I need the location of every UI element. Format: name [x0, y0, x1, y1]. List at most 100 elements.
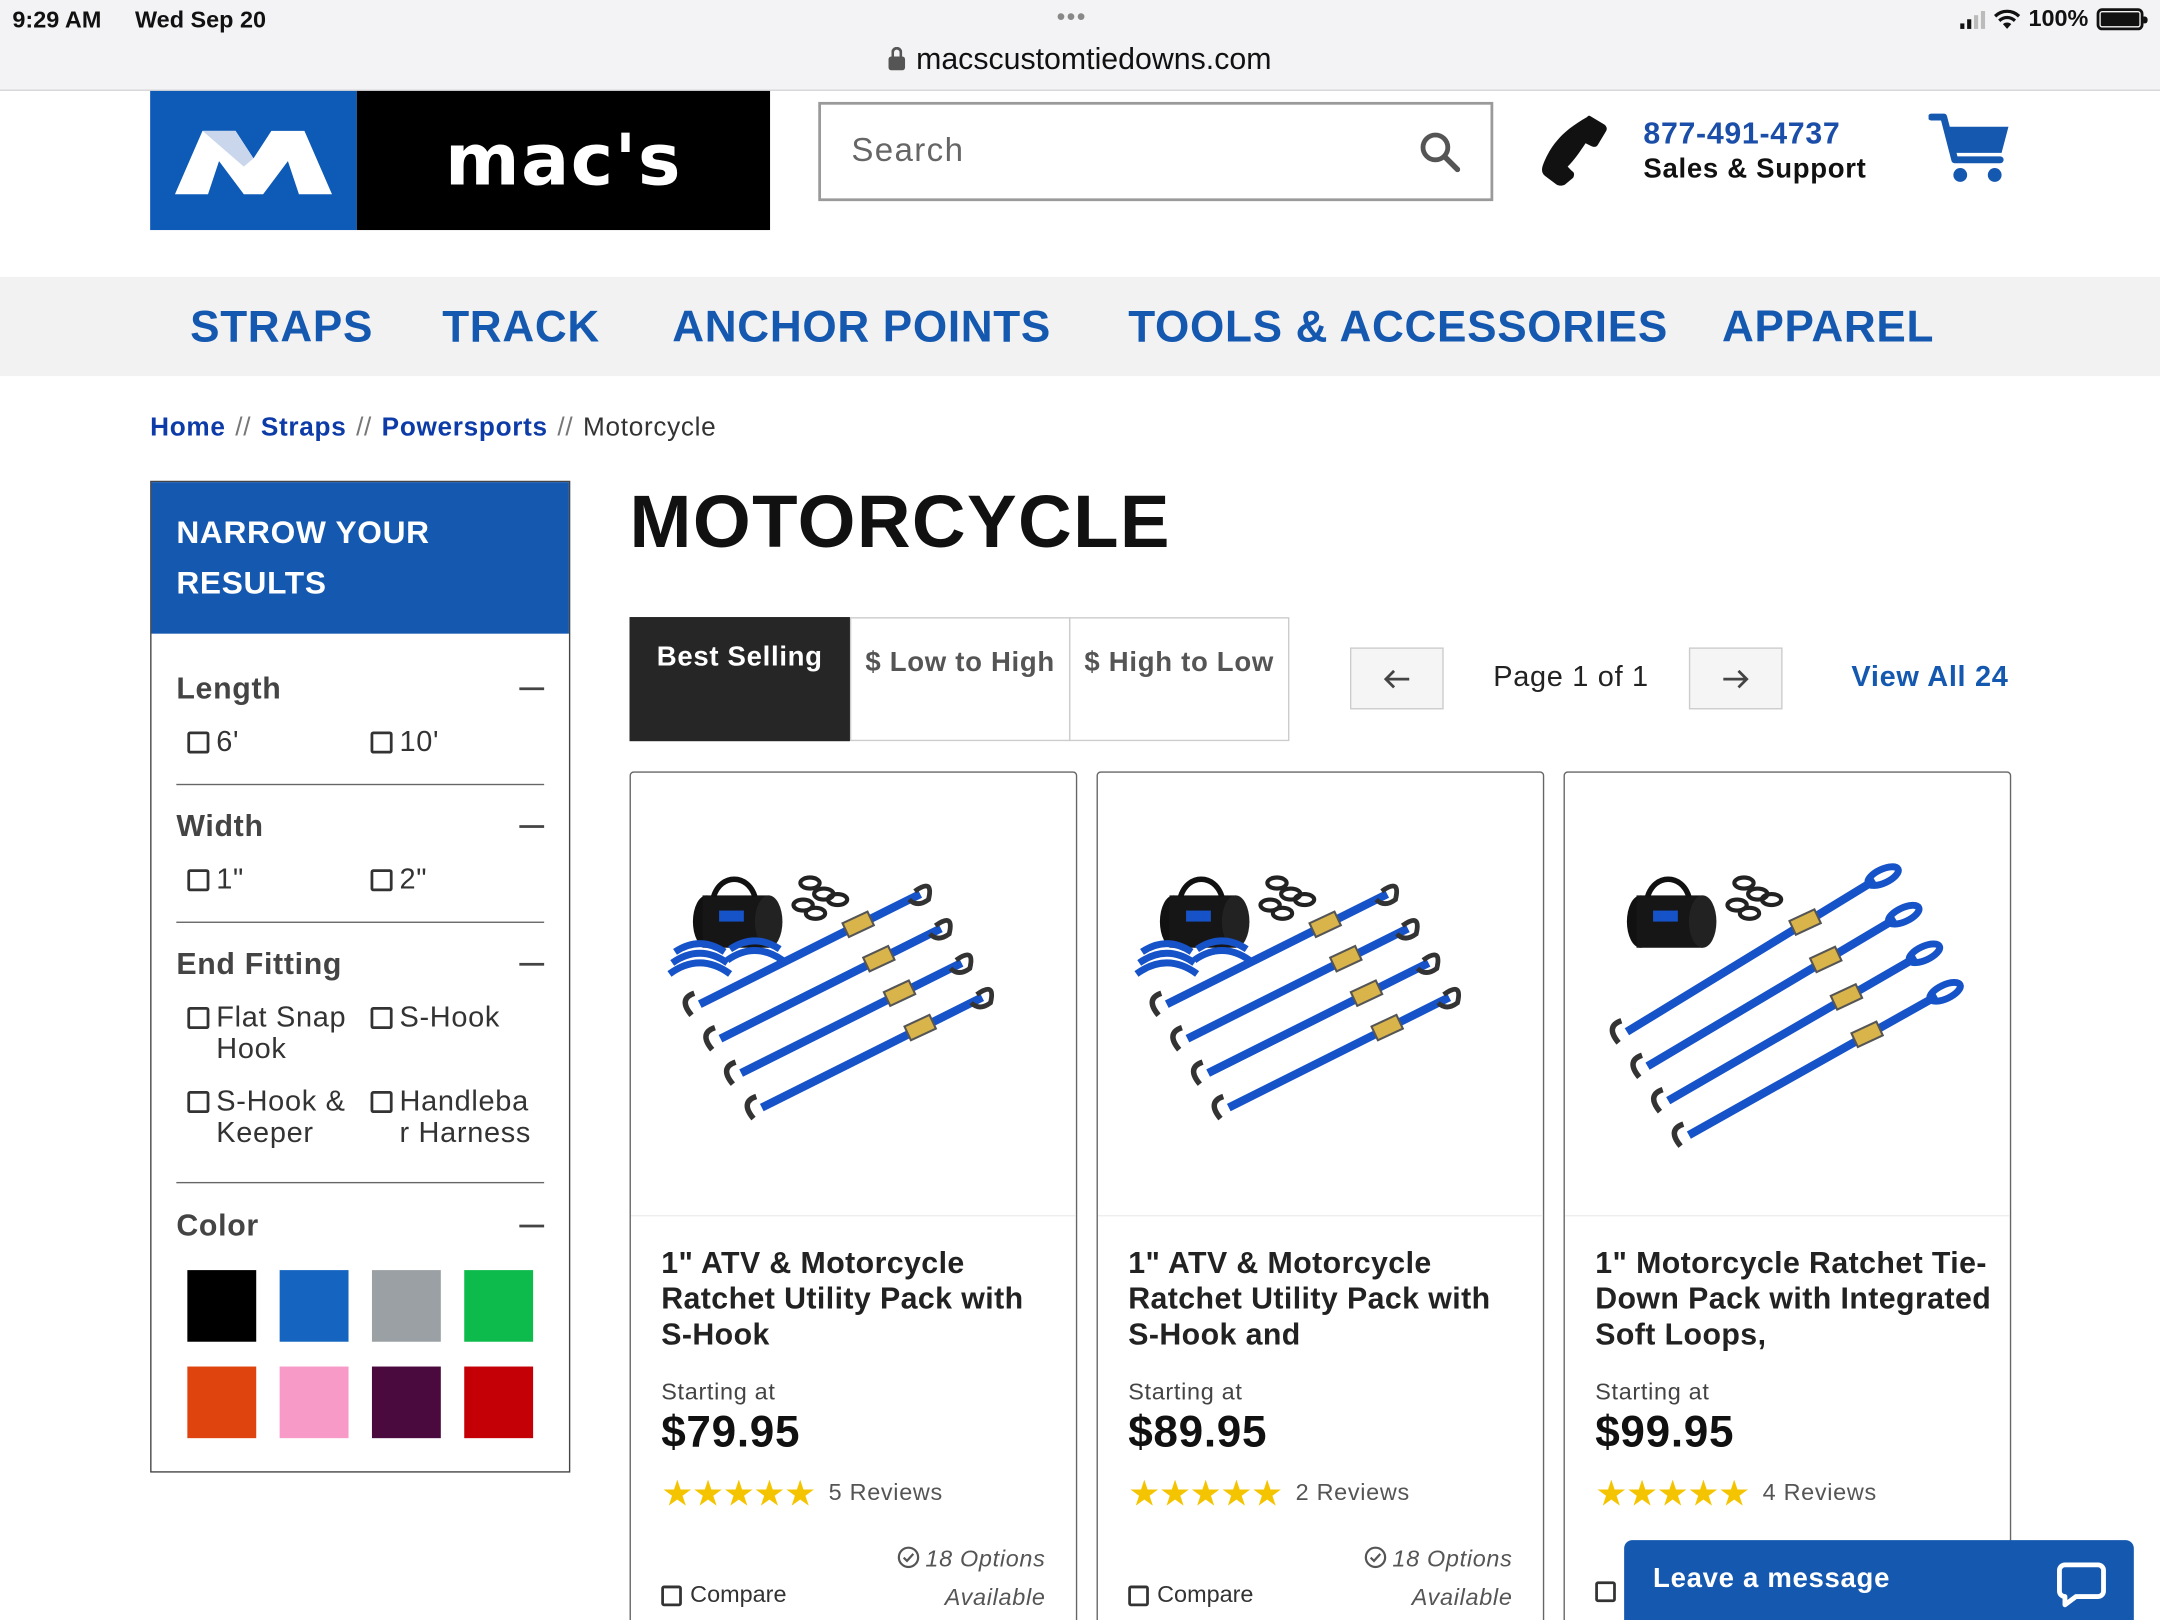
color-swatch[interactable] — [279, 1270, 349, 1342]
review-count[interactable]: 2 Reviews — [1296, 1479, 1410, 1507]
product-price: $89.95 — [1128, 1406, 1268, 1457]
option-label: 1" — [216, 863, 245, 896]
facet-width-header[interactable]: Width — [176, 808, 545, 845]
review-count[interactable]: 5 Reviews — [829, 1479, 943, 1507]
product-image-art — [667, 875, 995, 1121]
facet-end-fitting: End Fitting Flat Snap Hook S-Hook S-Hook… — [176, 946, 545, 1149]
facet-width-title: Width — [176, 808, 264, 844]
check-circle-icon — [897, 1546, 919, 1569]
star-icon: ★ — [722, 1472, 755, 1514]
sort-price-high-low[interactable]: $ High to Low — [1068, 617, 1290, 742]
url-bar[interactable]: macscustomtiedowns.com — [0, 41, 2160, 77]
review-count[interactable]: 4 Reviews — [1763, 1479, 1877, 1507]
product-image[interactable] — [630, 773, 1076, 1217]
nav-track[interactable]: TRACK — [442, 302, 600, 353]
prev-page-button[interactable] — [1349, 647, 1444, 710]
color-swatch[interactable] — [464, 1366, 534, 1439]
color-swatch[interactable] — [371, 1270, 441, 1342]
breadcrumb-straps[interactable]: Straps — [261, 413, 347, 442]
breadcrumb: Home // Straps // Powersports // Motorcycle — [150, 413, 716, 443]
product-title[interactable]: 1" Motorcycle Ratchet Tie-Down Pack with… — [1595, 1245, 1994, 1352]
product-title[interactable]: 1" ATV & Motorcycle Ratchet Utility Pack… — [661, 1245, 1060, 1352]
phone-number[interactable]: 877-491-4737 — [1643, 116, 1840, 152]
color-swatch[interactable] — [464, 1270, 534, 1342]
collapse-icon[interactable] — [519, 962, 545, 966]
product-image-art — [1134, 875, 1462, 1121]
compare-checkbox[interactable] — [1595, 1581, 1616, 1603]
wifi-icon — [1993, 9, 2020, 29]
product-image[interactable] — [1564, 773, 2010, 1217]
filter-s-hook[interactable]: S-Hook — [360, 1001, 545, 1033]
product-card[interactable]: 1" Motorcycle Ratchet Tie-Down Pack with… — [1563, 771, 2012, 1620]
filter-s-hook-keeper[interactable]: S-Hook & Keeper — [176, 1086, 348, 1149]
sort-price-low-high[interactable]: $ Low to High — [849, 617, 1071, 742]
search-icon[interactable] — [1419, 131, 1461, 173]
color-swatch[interactable] — [187, 1366, 257, 1439]
collapse-icon[interactable] — [519, 687, 545, 691]
checkbox[interactable] — [370, 1091, 393, 1114]
filter-flat-snap-hook[interactable]: Flat Snap Hook — [176, 1001, 348, 1065]
product-title[interactable]: 1" ATV & Motorcycle Ratchet Utility Pack… — [1128, 1245, 1527, 1352]
star-icon: ★ — [1251, 1472, 1284, 1514]
view-all-link[interactable]: View All 24 — [1851, 661, 2008, 694]
compare-toggle[interactable] — [1595, 1581, 1616, 1603]
facet-divider — [176, 1181, 545, 1184]
breadcrumb-current: Motorcycle — [583, 413, 717, 443]
color-swatch[interactable] — [187, 1270, 257, 1342]
collapse-icon[interactable] — [519, 825, 545, 828]
checkbox[interactable] — [187, 869, 210, 892]
logo-m-icon — [174, 130, 332, 194]
compare-toggle[interactable]: Compare — [1128, 1581, 1253, 1609]
next-page-button[interactable] — [1688, 647, 1783, 710]
filter-length-10[interactable]: 10' — [360, 726, 440, 758]
checkbox[interactable] — [370, 869, 393, 892]
sort-best-selling[interactable]: Best Selling — [629, 617, 850, 742]
page-title: MOTORCYCLE — [629, 480, 1171, 564]
checkbox[interactable] — [370, 731, 393, 754]
nav-straps[interactable]: STRAPS — [190, 302, 373, 353]
breadcrumb-powersports[interactable]: Powersports — [382, 413, 548, 442]
options-available: 18 Options Available — [896, 1540, 1045, 1617]
color-swatch[interactable] — [279, 1366, 349, 1439]
cart-icon[interactable] — [1928, 110, 2012, 187]
nav-tools-accessories[interactable]: TOOLS & ACCESSORIES — [1128, 302, 1668, 353]
search-input[interactable] — [851, 132, 1348, 171]
facet-length-header[interactable]: Length — [176, 671, 545, 707]
phone-icon[interactable] — [1537, 113, 1611, 187]
nav-anchor-points[interactable]: ANCHOR POINTS — [672, 302, 1051, 353]
rating: ★ ★ ★ ★ ★ 2 Reviews — [1128, 1472, 1410, 1514]
site-logo[interactable]: mac's — [150, 90, 771, 231]
product-image[interactable] — [1097, 773, 1543, 1217]
compare-checkbox[interactable] — [1128, 1584, 1149, 1606]
page: 9:29 AM Wed Sep 20 ••• 100% macscustomti… — [0, 0, 2160, 1620]
page-indicator: Page 1 of 1 — [1493, 661, 1649, 693]
chat-widget-button[interactable]: Leave a message — [1624, 1540, 2134, 1620]
product-card[interactable]: 1" ATV & Motorcycle Ratchet Utility Pack… — [629, 771, 1078, 1620]
facet-end-fitting-header[interactable]: End Fitting — [176, 946, 545, 982]
status-time: 9:29 AM — [12, 6, 102, 34]
checkbox[interactable] — [187, 1006, 210, 1030]
collapse-icon[interactable] — [519, 1224, 545, 1228]
checkbox[interactable] — [370, 1006, 393, 1030]
breadcrumb-home[interactable]: Home — [150, 413, 225, 442]
filter-length-6[interactable]: 6' — [176, 726, 239, 758]
star-icon: ★ — [1128, 1472, 1161, 1514]
color-swatch[interactable] — [371, 1366, 441, 1439]
search-box[interactable] — [818, 101, 1494, 202]
facet-color-header[interactable]: Color — [176, 1208, 545, 1244]
filter-width-2in[interactable]: 2" — [360, 864, 428, 895]
multitask-dots[interactable]: ••• — [1057, 3, 1087, 32]
status-date: Wed Sep 20 — [134, 6, 267, 34]
nav-apparel[interactable]: APPAREL — [1722, 302, 1934, 353]
filter-handlebar-harness[interactable]: Handlebar Harness — [360, 1086, 532, 1149]
option-label: 6' — [216, 725, 240, 758]
checkbox[interactable] — [187, 1091, 210, 1114]
filter-width-1in[interactable]: 1" — [176, 863, 245, 896]
product-price: $79.95 — [661, 1406, 801, 1457]
checkbox[interactable] — [187, 731, 210, 754]
product-card[interactable]: 1" ATV & Motorcycle Ratchet Utility Pack… — [1096, 771, 1545, 1620]
star-icon: ★ — [1687, 1472, 1720, 1514]
compare-toggle[interactable]: Compare — [661, 1581, 786, 1609]
status-right: 100% — [1959, 6, 2148, 34]
compare-checkbox[interactable] — [661, 1584, 682, 1606]
